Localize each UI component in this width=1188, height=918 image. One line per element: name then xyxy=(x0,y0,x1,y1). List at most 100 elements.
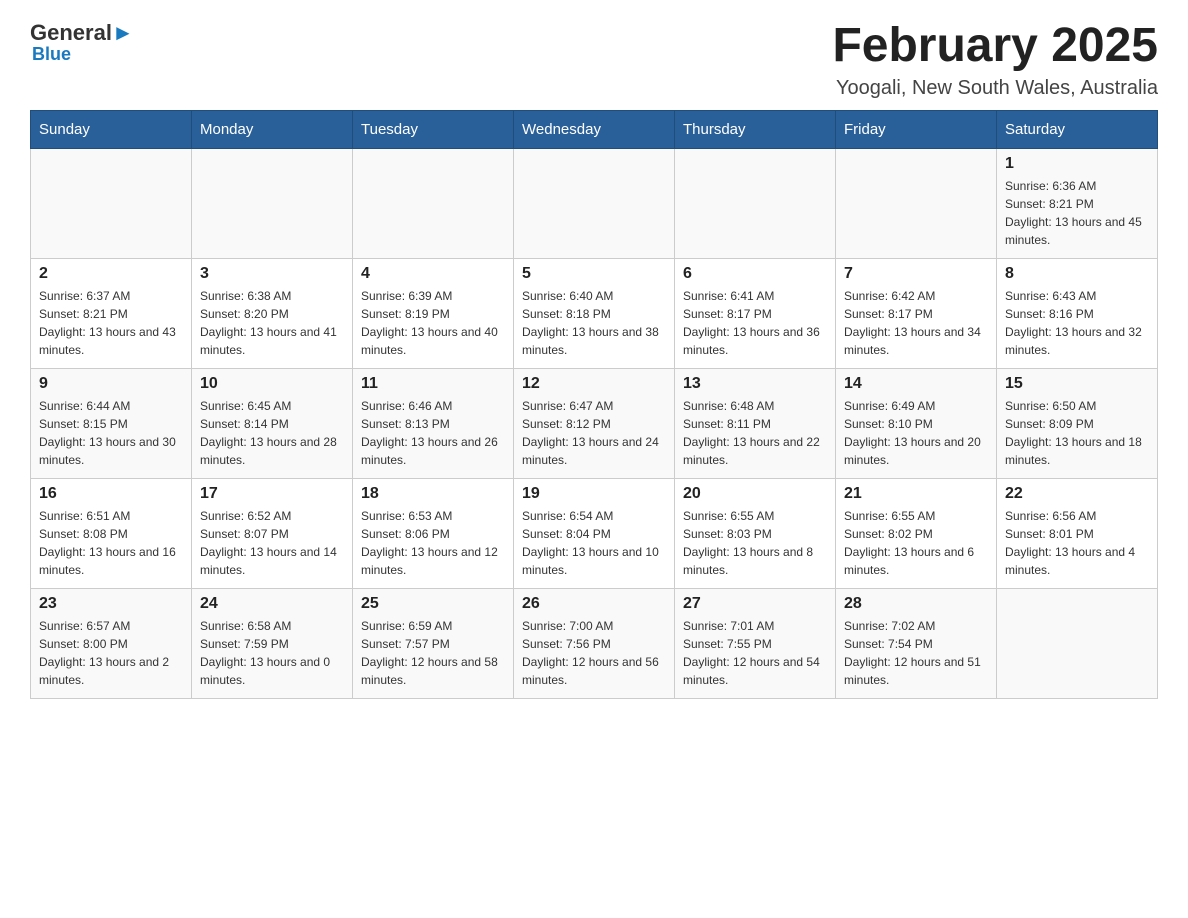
day-info: Sunrise: 6:47 AM Sunset: 8:12 PM Dayligh… xyxy=(522,397,666,469)
day-number: 28 xyxy=(844,595,988,613)
day-info: Sunrise: 7:00 AM Sunset: 7:56 PM Dayligh… xyxy=(522,617,666,689)
calendar-day-cell: 16 Sunrise: 6:51 AM Sunset: 8:08 PM Dayli… xyxy=(31,478,192,588)
calendar-day-cell: 7 Sunrise: 6:42 AM Sunset: 8:17 PM Daylig… xyxy=(836,258,997,368)
calendar-day-cell: 13 Sunrise: 6:48 AM Sunset: 8:11 PM Dayli… xyxy=(675,368,836,478)
weekday-header-friday: Friday xyxy=(836,110,997,148)
weekday-header-thursday: Thursday xyxy=(675,110,836,148)
day-number: 25 xyxy=(361,595,505,613)
day-number: 23 xyxy=(39,595,183,613)
day-number: 19 xyxy=(522,485,666,503)
calendar-day-cell: 26 Sunrise: 7:00 AM Sunset: 7:56 PM Dayli… xyxy=(514,588,675,698)
weekday-header-sunday: Sunday xyxy=(31,110,192,148)
day-number: 22 xyxy=(1005,485,1149,503)
day-info: Sunrise: 6:58 AM Sunset: 7:59 PM Dayligh… xyxy=(200,617,344,689)
calendar-day-cell xyxy=(353,148,514,258)
calendar-day-cell: 10Sunrise: 6:45 AM Sunset: 8:14 PM Dayli… xyxy=(192,368,353,478)
calendar-day-cell: 28 Sunrise: 7:02 AM Sunset: 7:54 PM Dayli… xyxy=(836,588,997,698)
day-info: Sunrise: 6:55 AM Sunset: 8:02 PM Dayligh… xyxy=(844,507,988,579)
calendar-day-cell: 3 Sunrise: 6:38 AM Sunset: 8:20 PM Daylig… xyxy=(192,258,353,368)
day-number: 3 xyxy=(200,265,344,283)
calendar-week-row: 9 Sunrise: 6:44 AM Sunset: 8:15 PM Daylig… xyxy=(31,368,1158,478)
day-info: Sunrise: 6:44 AM Sunset: 8:15 PM Dayligh… xyxy=(39,397,183,469)
day-info: Sunrise: 6:39 AM Sunset: 8:19 PM Dayligh… xyxy=(361,287,505,359)
calendar-day-cell: 24 Sunrise: 6:58 AM Sunset: 7:59 PM Dayli… xyxy=(192,588,353,698)
calendar-week-row: 2 Sunrise: 6:37 AM Sunset: 8:21 PM Daylig… xyxy=(31,258,1158,368)
calendar-day-cell: 27 Sunrise: 7:01 AM Sunset: 7:55 PM Dayli… xyxy=(675,588,836,698)
calendar-day-cell: 2 Sunrise: 6:37 AM Sunset: 8:21 PM Daylig… xyxy=(31,258,192,368)
day-info: Sunrise: 6:59 AM Sunset: 7:57 PM Dayligh… xyxy=(361,617,505,689)
day-info: Sunrise: 7:02 AM Sunset: 7:54 PM Dayligh… xyxy=(844,617,988,689)
calendar-table: SundayMondayTuesdayWednesdayThursdayFrid… xyxy=(30,110,1158,699)
calendar-day-cell xyxy=(675,148,836,258)
day-info: Sunrise: 6:41 AM Sunset: 8:17 PM Dayligh… xyxy=(683,287,827,359)
calendar-day-cell: 15 Sunrise: 6:50 AM Sunset: 8:09 PM Dayli… xyxy=(997,368,1158,478)
day-number: 13 xyxy=(683,375,827,393)
day-number: 1 xyxy=(1005,155,1149,173)
location: Yoogali, New South Wales, Australia xyxy=(832,77,1158,100)
day-info: Sunrise: 6:55 AM Sunset: 8:03 PM Dayligh… xyxy=(683,507,827,579)
calendar-day-cell xyxy=(31,148,192,258)
calendar-day-cell: 18Sunrise: 6:53 AM Sunset: 8:06 PM Dayli… xyxy=(353,478,514,588)
day-info: Sunrise: 7:01 AM Sunset: 7:55 PM Dayligh… xyxy=(683,617,827,689)
day-number: 24 xyxy=(200,595,344,613)
calendar-week-row: 16 Sunrise: 6:51 AM Sunset: 8:08 PM Dayli… xyxy=(31,478,1158,588)
weekday-header-wednesday: Wednesday xyxy=(514,110,675,148)
day-number: 7 xyxy=(844,265,988,283)
day-number: 18 xyxy=(361,485,505,503)
day-number: 11 xyxy=(361,375,505,393)
calendar-day-cell xyxy=(514,148,675,258)
day-info: Sunrise: 6:48 AM Sunset: 8:11 PM Dayligh… xyxy=(683,397,827,469)
logo: General ► Blue xyxy=(30,20,134,65)
month-title: February 2025 xyxy=(832,20,1158,73)
day-info: Sunrise: 6:37 AM Sunset: 8:21 PM Dayligh… xyxy=(39,287,183,359)
day-info: Sunrise: 6:40 AM Sunset: 8:18 PM Dayligh… xyxy=(522,287,666,359)
calendar-day-cell: 9 Sunrise: 6:44 AM Sunset: 8:15 PM Daylig… xyxy=(31,368,192,478)
calendar-header-row: SundayMondayTuesdayWednesdayThursdayFrid… xyxy=(31,110,1158,148)
weekday-header-tuesday: Tuesday xyxy=(353,110,514,148)
logo-general: General xyxy=(30,20,112,46)
calendar-day-cell: 22 Sunrise: 6:56 AM Sunset: 8:01 PM Dayli… xyxy=(997,478,1158,588)
day-number: 9 xyxy=(39,375,183,393)
weekday-header-saturday: Saturday xyxy=(997,110,1158,148)
calendar-day-cell xyxy=(192,148,353,258)
calendar-day-cell: 11 Sunrise: 6:46 AM Sunset: 8:13 PM Dayli… xyxy=(353,368,514,478)
day-number: 2 xyxy=(39,265,183,283)
calendar-day-cell xyxy=(997,588,1158,698)
day-number: 15 xyxy=(1005,375,1149,393)
day-info: Sunrise: 6:42 AM Sunset: 8:17 PM Dayligh… xyxy=(844,287,988,359)
calendar-day-cell: 19 Sunrise: 6:54 AM Sunset: 8:04 PM Dayli… xyxy=(514,478,675,588)
day-number: 27 xyxy=(683,595,827,613)
calendar-day-cell: 4 Sunrise: 6:39 AM Sunset: 8:19 PM Daylig… xyxy=(353,258,514,368)
day-number: 16 xyxy=(39,485,183,503)
day-info: Sunrise: 6:36 AM Sunset: 8:21 PM Dayligh… xyxy=(1005,177,1149,249)
calendar-week-row: 23 Sunrise: 6:57 AM Sunset: 8:00 PM Dayli… xyxy=(31,588,1158,698)
day-info: Sunrise: 6:45 AM Sunset: 8:14 PM Dayligh… xyxy=(200,397,344,469)
day-info: Sunrise: 6:49 AM Sunset: 8:10 PM Dayligh… xyxy=(844,397,988,469)
day-number: 26 xyxy=(522,595,666,613)
calendar-week-row: 1 Sunrise: 6:36 AM Sunset: 8:21 PM Daylig… xyxy=(31,148,1158,258)
calendar-day-cell: 17 Sunrise: 6:52 AM Sunset: 8:07 PM Dayli… xyxy=(192,478,353,588)
day-info: Sunrise: 6:51 AM Sunset: 8:08 PM Dayligh… xyxy=(39,507,183,579)
logo-sub: Blue xyxy=(32,44,71,65)
day-info: Sunrise: 6:50 AM Sunset: 8:09 PM Dayligh… xyxy=(1005,397,1149,469)
day-info: Sunrise: 6:38 AM Sunset: 8:20 PM Dayligh… xyxy=(200,287,344,359)
calendar-day-cell: 12Sunrise: 6:47 AM Sunset: 8:12 PM Dayli… xyxy=(514,368,675,478)
day-info: Sunrise: 6:52 AM Sunset: 8:07 PM Dayligh… xyxy=(200,507,344,579)
day-info: Sunrise: 6:43 AM Sunset: 8:16 PM Dayligh… xyxy=(1005,287,1149,359)
page-header: General ► Blue February 2025 Yoogali, Ne… xyxy=(30,20,1158,100)
calendar-day-cell xyxy=(836,148,997,258)
day-number: 4 xyxy=(361,265,505,283)
day-number: 20 xyxy=(683,485,827,503)
calendar-day-cell: 25 Sunrise: 6:59 AM Sunset: 7:57 PM Dayli… xyxy=(353,588,514,698)
day-info: Sunrise: 6:54 AM Sunset: 8:04 PM Dayligh… xyxy=(522,507,666,579)
calendar-day-cell: 1 Sunrise: 6:36 AM Sunset: 8:21 PM Daylig… xyxy=(997,148,1158,258)
day-number: 8 xyxy=(1005,265,1149,283)
day-info: Sunrise: 6:46 AM Sunset: 8:13 PM Dayligh… xyxy=(361,397,505,469)
calendar-day-cell: 8 Sunrise: 6:43 AM Sunset: 8:16 PM Daylig… xyxy=(997,258,1158,368)
day-number: 17 xyxy=(200,485,344,503)
day-info: Sunrise: 6:57 AM Sunset: 8:00 PM Dayligh… xyxy=(39,617,183,689)
day-number: 6 xyxy=(683,265,827,283)
day-info: Sunrise: 6:56 AM Sunset: 8:01 PM Dayligh… xyxy=(1005,507,1149,579)
day-number: 21 xyxy=(844,485,988,503)
weekday-header-monday: Monday xyxy=(192,110,353,148)
